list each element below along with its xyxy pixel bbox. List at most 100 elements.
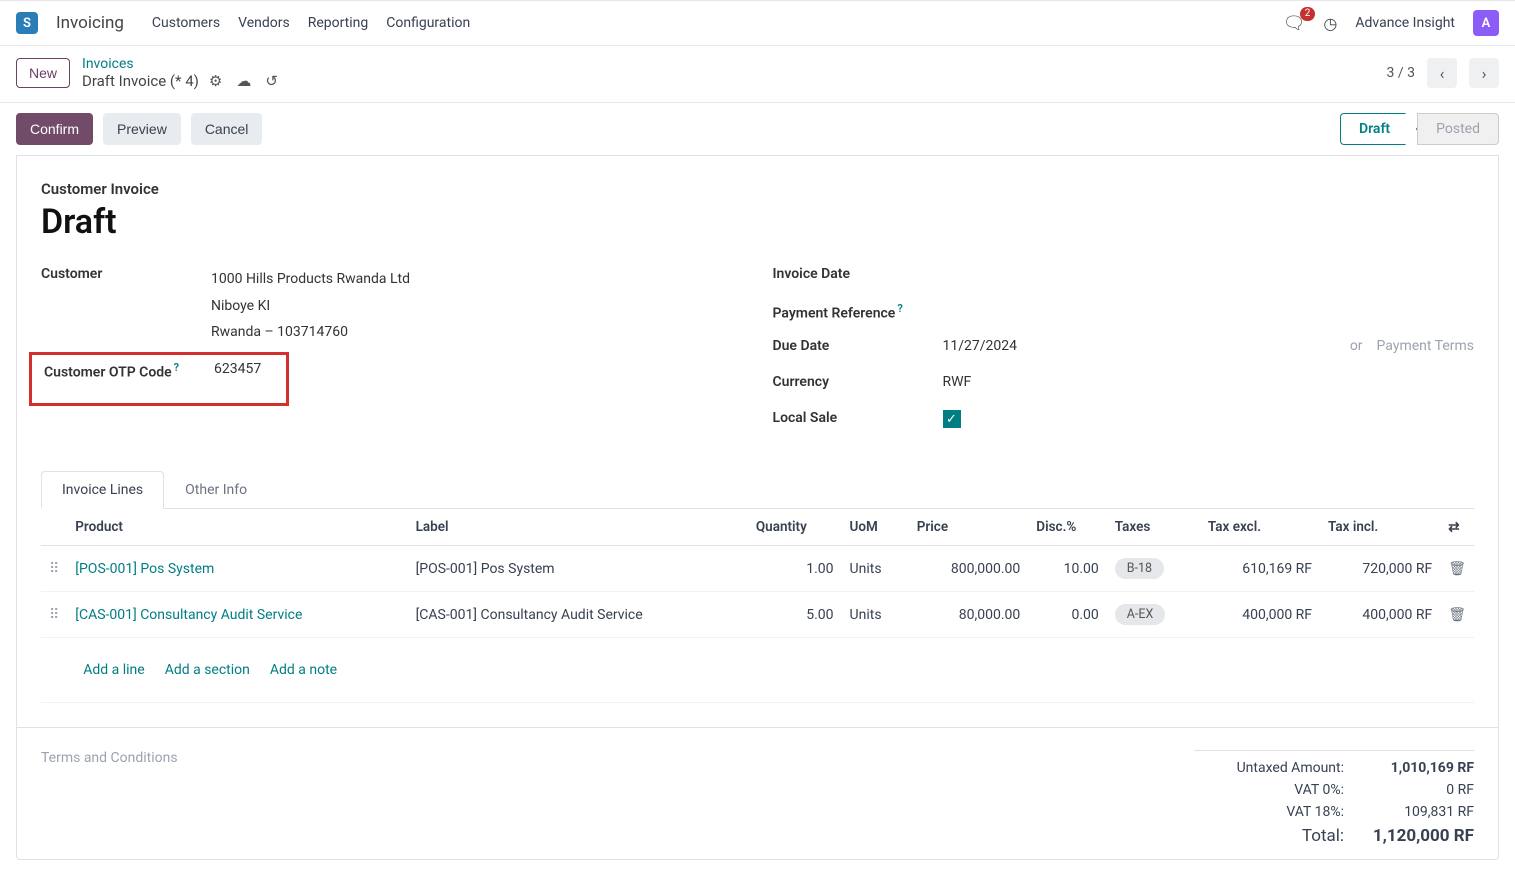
line-price[interactable]: 800,000.00	[909, 546, 1029, 592]
pager-prev-button[interactable]: ‹	[1427, 58, 1457, 88]
pager-next-button[interactable]: ›	[1469, 58, 1499, 88]
tax-chip[interactable]: B-18	[1115, 558, 1164, 579]
line-tax-excl: 610,169 RF	[1200, 546, 1320, 592]
customer-addr1: Niboye KI	[211, 293, 743, 320]
th-product[interactable]: Product	[67, 509, 407, 546]
pager-text: 3 / 3	[1387, 65, 1415, 81]
otp-label: Customer OTP Code?	[44, 361, 214, 381]
vat0-value: 0 RF	[1364, 782, 1474, 798]
table-row[interactable]: ⠿ [CAS-001] Consultancy Audit Service [C…	[41, 592, 1474, 638]
preview-button[interactable]: Preview	[103, 113, 181, 145]
app-title[interactable]: Invoicing	[56, 13, 124, 33]
settings-gear-icon[interactable]: ⚙	[209, 72, 222, 90]
nav-reporting[interactable]: Reporting	[308, 15, 369, 31]
drag-handle-icon[interactable]: ⠿	[41, 592, 67, 638]
customer-name[interactable]: 1000 Hills Products Rwanda Ltd	[211, 266, 743, 293]
doc-type-label: Customer Invoice	[41, 180, 1474, 198]
th-taxes[interactable]: Taxes	[1107, 509, 1200, 546]
confirm-button[interactable]: Confirm	[16, 113, 93, 145]
terms-field[interactable]: Terms and Conditions	[41, 750, 1194, 849]
otp-value[interactable]: 623457	[214, 361, 286, 377]
breadcrumb-row: New Invoices Draft Invoice (* 4) ⚙ ☁ ↺ 3…	[0, 46, 1515, 103]
user-avatar[interactable]: A	[1473, 10, 1499, 36]
breadcrumb-parent[interactable]: Invoices	[82, 56, 278, 72]
activity-icon[interactable]: ◷	[1323, 14, 1337, 33]
action-bar: Confirm Preview Cancel Draft Posted	[16, 103, 1499, 156]
th-quantity[interactable]: Quantity	[748, 509, 842, 546]
drag-handle-icon[interactable]: ⠿	[41, 546, 67, 592]
tax-chip[interactable]: A-EX	[1115, 604, 1166, 625]
status-posted[interactable]: Posted	[1417, 113, 1499, 145]
line-uom[interactable]: Units	[842, 592, 909, 638]
messages-badge: 2	[1300, 7, 1316, 21]
otp-highlight: Customer OTP Code? 623457	[29, 352, 289, 406]
app-icon[interactable]: S	[16, 12, 38, 34]
cloud-save-icon[interactable]: ☁	[236, 72, 251, 90]
help-icon[interactable]: ?	[897, 302, 902, 315]
total-label: Total:	[1194, 826, 1344, 846]
nav-customers[interactable]: Customers	[152, 15, 220, 31]
messages-icon[interactable]: 🗨2	[1283, 13, 1306, 34]
nav-vendors[interactable]: Vendors	[238, 15, 290, 31]
line-label[interactable]: [POS-001] Pos System	[408, 546, 748, 592]
untaxed-value: 1,010,169 RF	[1364, 760, 1474, 776]
breadcrumb-current: Draft Invoice (* 4)	[82, 72, 199, 90]
product-link[interactable]: [CAS-001] Consultancy Audit Service	[75, 607, 302, 623]
product-link[interactable]: [POS-001] Pos System	[75, 561, 214, 577]
payment-ref-label: Payment Reference?	[773, 302, 943, 322]
top-navbar: S Invoicing Customers Vendors Reporting …	[0, 0, 1515, 46]
or-text: or	[1350, 338, 1363, 354]
new-button[interactable]: New	[16, 58, 70, 88]
th-tax-incl[interactable]: Tax incl.	[1320, 509, 1440, 546]
invoice-date-label: Invoice Date	[773, 266, 943, 282]
th-price[interactable]: Price	[909, 509, 1029, 546]
line-qty[interactable]: 1.00	[748, 546, 842, 592]
discard-icon[interactable]: ↺	[265, 72, 278, 90]
add-line-link[interactable]: Add a line	[83, 662, 144, 678]
due-date-value[interactable]: 11/27/2024	[943, 338, 1018, 354]
table-row[interactable]: ⠿ [POS-001] Pos System [POS-001] Pos Sys…	[41, 546, 1474, 592]
doc-title: Draft	[41, 202, 1474, 242]
line-tax-incl: 720,000 RF	[1320, 546, 1440, 592]
form-sheet: Customer Invoice Draft Customer 1000 Hil…	[16, 156, 1499, 860]
local-sale-checkbox[interactable]: ✓	[943, 410, 961, 428]
currency-label: Currency	[773, 374, 943, 390]
line-tax-incl: 400,000 RF	[1320, 592, 1440, 638]
delete-line-icon[interactable]: 🗑	[1440, 546, 1474, 592]
invoice-lines-table: Product Label Quantity UoM Price Disc.% …	[41, 509, 1474, 703]
help-icon[interactable]: ?	[174, 361, 179, 374]
line-price[interactable]: 80,000.00	[909, 592, 1029, 638]
totals-panel: Untaxed Amount: 1,010,169 RF VAT 0%: 0 R…	[1194, 750, 1474, 849]
add-section-link[interactable]: Add a section	[165, 662, 250, 678]
tab-other-info[interactable]: Other Info	[164, 471, 268, 509]
untaxed-label: Untaxed Amount:	[1194, 760, 1344, 776]
customer-label: Customer	[41, 266, 211, 282]
advance-insight-link[interactable]: Advance Insight	[1355, 15, 1455, 31]
payment-terms-field[interactable]: Payment Terms	[1377, 338, 1474, 354]
th-disc[interactable]: Disc.%	[1028, 509, 1106, 546]
currency-value[interactable]: RWF	[943, 374, 1475, 390]
add-note-link[interactable]: Add a note	[270, 662, 337, 678]
th-label[interactable]: Label	[408, 509, 748, 546]
vat0-label: VAT 0%:	[1194, 782, 1344, 798]
status-draft[interactable]: Draft	[1340, 113, 1417, 145]
nav-configuration[interactable]: Configuration	[386, 15, 470, 31]
th-tax-excl[interactable]: Tax excl.	[1200, 509, 1320, 546]
status-bar: Draft Posted	[1340, 113, 1499, 145]
delete-line-icon[interactable]: 🗑	[1440, 592, 1474, 638]
line-disc[interactable]: 10.00	[1028, 546, 1106, 592]
customer-addr2: Rwanda – 103714760	[211, 319, 743, 346]
local-sale-label: Local Sale	[773, 410, 943, 426]
due-date-label: Due Date	[773, 338, 943, 354]
line-qty[interactable]: 5.00	[748, 592, 842, 638]
cancel-button[interactable]: Cancel	[191, 113, 263, 145]
vat18-value: 109,831 RF	[1364, 804, 1474, 820]
line-label[interactable]: [CAS-001] Consultancy Audit Service	[408, 592, 748, 638]
line-uom[interactable]: Units	[842, 546, 909, 592]
tab-invoice-lines[interactable]: Invoice Lines	[41, 471, 164, 509]
line-tax-excl: 400,000 RF	[1200, 592, 1320, 638]
total-value: 1,120,000 RF	[1364, 826, 1474, 846]
th-uom[interactable]: UoM	[842, 509, 909, 546]
line-disc[interactable]: 0.00	[1028, 592, 1106, 638]
column-config-icon[interactable]: ⇄	[1440, 509, 1474, 546]
